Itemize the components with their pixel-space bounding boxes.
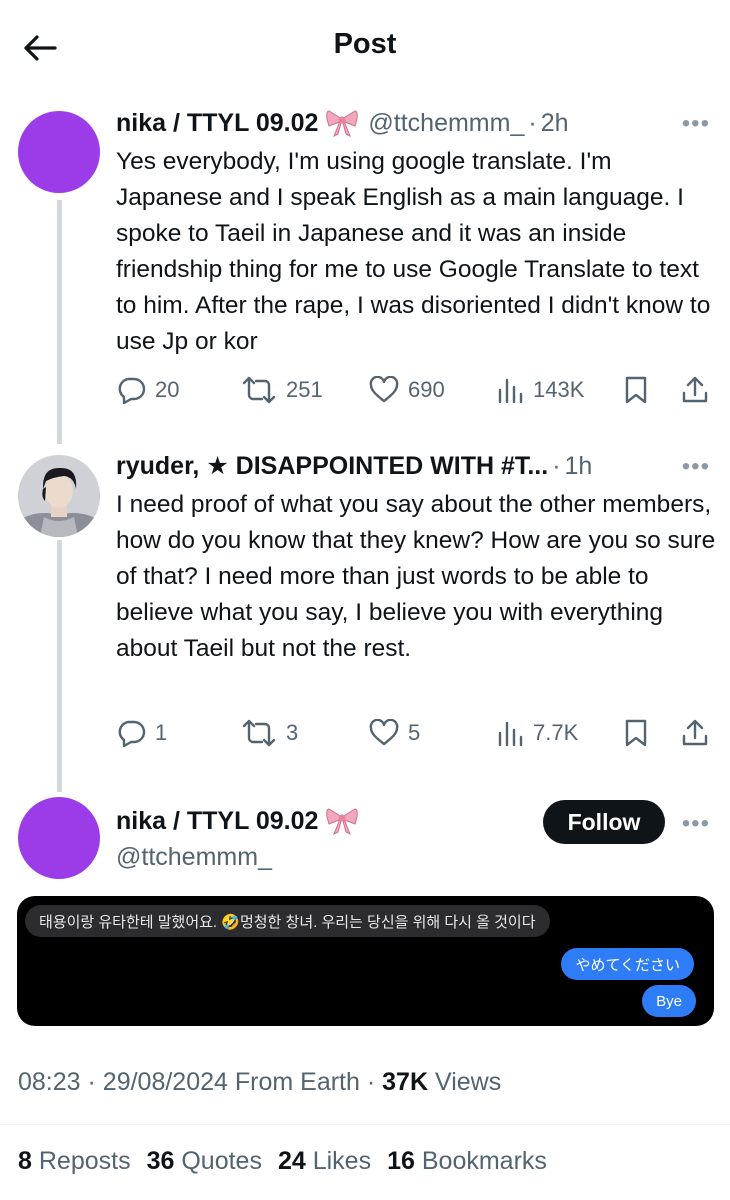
reply-icon [118, 377, 146, 404]
author-name[interactable]: nika / TTYL 09.02 [116, 109, 318, 138]
reposts-label: Reposts [38, 1147, 131, 1175]
engagement-stats: 8 Reposts 36 Quotes 24 Likes 16 Bookmark… [18, 1147, 563, 1176]
like-button[interactable]: 5 [369, 713, 420, 753]
share-button[interactable] [680, 370, 710, 410]
bookmark-icon [625, 376, 647, 404]
views-chart-icon [498, 378, 523, 404]
author-name[interactable]: nika / TTYL 09.02 [116, 807, 318, 836]
more-options-icon[interactable]: ••• [682, 810, 710, 838]
likes-count: 24 [277, 1147, 306, 1175]
share-icon [682, 719, 708, 746]
repost-button[interactable]: 251 [241, 370, 323, 410]
author-name[interactable]: ryuder, ★ DISAPPOINTED WITH #T... [116, 451, 548, 481]
reply-icon [118, 720, 146, 747]
ribbon-emoji-icon [326, 807, 359, 835]
views-count: 7.7K [533, 720, 579, 745]
share-icon [682, 376, 708, 403]
like-count: 5 [408, 720, 421, 745]
quotes-label: Quotes [181, 1147, 262, 1175]
action-bar: 1 3 5 7.7K [116, 713, 712, 753]
avatar[interactable] [18, 455, 100, 537]
views-label: Views [434, 1068, 502, 1096]
bookmarks-label: Bookmarks [421, 1147, 547, 1175]
separator-dot: · [528, 108, 537, 137]
post-time[interactable]: 2h [541, 109, 569, 138]
views-button[interactable]: 143K [496, 370, 584, 410]
more-options: ••• [600, 806, 710, 840]
share-button[interactable] [680, 713, 710, 753]
ribbon-emoji-icon [326, 109, 359, 137]
bookmark-button[interactable] [624, 713, 648, 753]
reply-count: 20 [155, 377, 180, 402]
post-date[interactable]: 29/08/2024 [103, 1068, 228, 1096]
repost-count: 251 [286, 377, 323, 402]
likes-label: Likes [312, 1147, 372, 1175]
profile-photo [18, 455, 100, 537]
incoming-message-bubble: 태용이랑 유타한테 말했어요. 🤣멍청한 창녀. 우리는 당신을 위해 다시 올… [25, 905, 550, 937]
views-button[interactable]: 7.7K [496, 713, 578, 753]
bookmarks-stat[interactable]: 16 Bookmarks [387, 1147, 547, 1176]
outgoing-message-bubble: Bye [642, 985, 696, 1017]
post-header: ryuder, ★ DISAPPOINTED WITH #T... · 1h •… [116, 449, 710, 483]
post-source: From Earth [234, 1068, 360, 1096]
quotes-count: 36 [146, 1147, 175, 1175]
page-title: Post [333, 28, 397, 60]
avatar[interactable] [18, 111, 100, 193]
heart-icon [369, 376, 399, 403]
heart-icon [369, 719, 399, 746]
attached-chat-image[interactable]: 태용이랑 유타한테 말했어요. 🤣멍청한 창녀. 우리는 당신을 위해 다시 올… [17, 896, 714, 1026]
reply-count: 1 [155, 720, 168, 745]
top-bar: Post [0, 0, 730, 95]
action-bar: 20 251 690 143K [116, 370, 712, 410]
repost-count: 3 [286, 720, 299, 745]
post-meta: 08:23 · 29/08/2024 From Earth · 37K View… [18, 1068, 501, 1097]
views-count: 143K [533, 377, 585, 402]
author-handle[interactable]: @ttchemmm_ [368, 109, 524, 138]
separator-dot: · [552, 451, 561, 480]
post-text: Yes everybody, I'm using google translat… [116, 148, 711, 355]
repost-icon [242, 376, 276, 404]
bookmark-icon [625, 719, 647, 747]
post-header: nika / TTYL 09.02 [116, 804, 359, 838]
views-count: 37K [382, 1068, 429, 1096]
thread-connector-line [57, 540, 62, 792]
like-button[interactable]: 690 [369, 370, 445, 410]
separator-dot: · [366, 1068, 383, 1096]
more-options-icon[interactable]: ••• [682, 110, 710, 138]
divider [0, 1124, 730, 1125]
outgoing-message-bubble: やめてください [561, 948, 694, 980]
reposts-count: 8 [18, 1147, 32, 1175]
reposts-stat[interactable]: 8 Reposts [18, 1147, 131, 1176]
post-header: nika / TTYL 09.02 @ttchemmm_ · 2h ••• [116, 106, 710, 140]
repost-icon [242, 719, 276, 747]
post-handle-row: @ttchemmm_ [116, 840, 272, 874]
bookmark-button[interactable] [624, 370, 648, 410]
bookmarks-count: 16 [387, 1147, 415, 1175]
post-time[interactable]: 08:23 [18, 1068, 81, 1096]
post-text: I need proof of what you say about the o… [116, 491, 716, 662]
likes-stat[interactable]: 24 Likes [278, 1147, 371, 1176]
quotes-stat[interactable]: 36 Quotes [147, 1147, 262, 1176]
views-chart-icon [498, 721, 523, 747]
more-options-icon[interactable]: ••• [682, 453, 710, 481]
reply-button[interactable]: 20 [116, 370, 179, 410]
post-time[interactable]: 1h [565, 452, 593, 481]
separator-dot: · [87, 1068, 103, 1096]
author-handle[interactable]: @ttchemmm_ [116, 843, 272, 872]
avatar[interactable] [18, 797, 100, 879]
repost-button[interactable]: 3 [241, 713, 298, 753]
thread-connector-line [57, 200, 62, 444]
like-count: 690 [408, 377, 445, 402]
reply-button[interactable]: 1 [116, 713, 167, 753]
